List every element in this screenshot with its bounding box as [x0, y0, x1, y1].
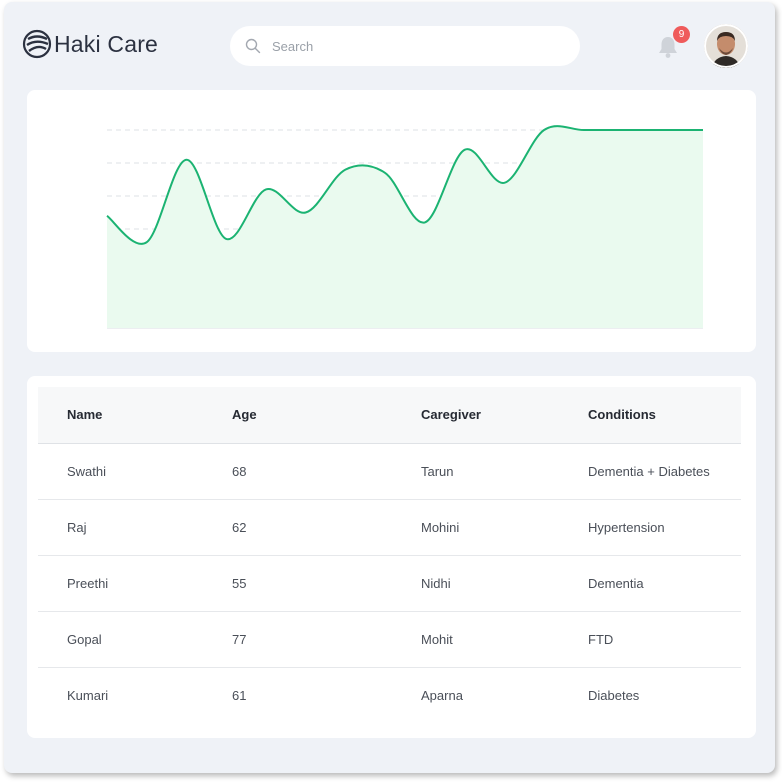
column-header-caregiver[interactable]: Caregiver [421, 387, 481, 443]
cell-name: Preethi [67, 576, 109, 591]
app-window: Haki Care 9 Name Age Caregiver Conditi [4, 2, 775, 773]
cell-caregiver: Mohini [421, 520, 460, 535]
logo-icon [22, 29, 52, 59]
logo[interactable]: Haki Care [21, 28, 158, 60]
avatar-image [704, 24, 748, 68]
cell-conditions: Hypertension [588, 520, 665, 535]
table-row[interactable]: Kumari 61 Aparna Diabetes [38, 668, 741, 723]
cell-age: 77 [232, 632, 247, 647]
search-icon [245, 38, 261, 54]
line-chart [106, 125, 703, 329]
search-bar[interactable] [230, 26, 580, 66]
cell-caregiver: Nidhi [421, 576, 451, 591]
cell-age: 61 [232, 688, 247, 703]
chart-card [27, 90, 756, 352]
table-row[interactable]: Preethi 55 Nidhi Dementia [38, 556, 741, 612]
app-name: Haki Care [54, 30, 159, 57]
cell-age: 68 [232, 464, 247, 479]
table-row[interactable]: Raj 62 Mohini Hypertension [38, 500, 741, 556]
cell-age: 62 [232, 520, 247, 535]
patients-table: Name Age Caregiver Conditions Swathi 68 … [27, 376, 756, 738]
cell-caregiver: Aparna [421, 688, 463, 703]
cell-conditions: Diabetes [588, 688, 640, 703]
notification-badge: 9 [673, 26, 690, 43]
search-input[interactable] [272, 38, 552, 54]
cell-name: Raj [67, 520, 87, 535]
cell-conditions: FTD [588, 632, 614, 647]
column-header-age[interactable]: Age [232, 387, 257, 443]
cell-conditions: Dementia + Diabetes [588, 464, 710, 479]
column-header-conditions[interactable]: Conditions [588, 387, 656, 443]
cell-caregiver: Tarun [421, 464, 454, 479]
cell-conditions: Dementia [588, 576, 644, 591]
table-row[interactable]: Gopal 77 Mohit FTD [38, 612, 741, 668]
column-header-name[interactable]: Name [67, 387, 102, 443]
table-header: Name Age Caregiver Conditions [38, 387, 741, 444]
avatar[interactable] [704, 24, 748, 68]
cell-name: Gopal [67, 632, 102, 647]
series-area [107, 126, 703, 328]
cell-age: 55 [232, 576, 247, 591]
cell-name: Kumari [67, 688, 109, 703]
cell-caregiver: Mohit [421, 632, 453, 647]
cell-name: Swathi [67, 464, 107, 479]
table-row[interactable]: Swathi 68 Tarun Dementia + Diabetes [38, 444, 741, 500]
